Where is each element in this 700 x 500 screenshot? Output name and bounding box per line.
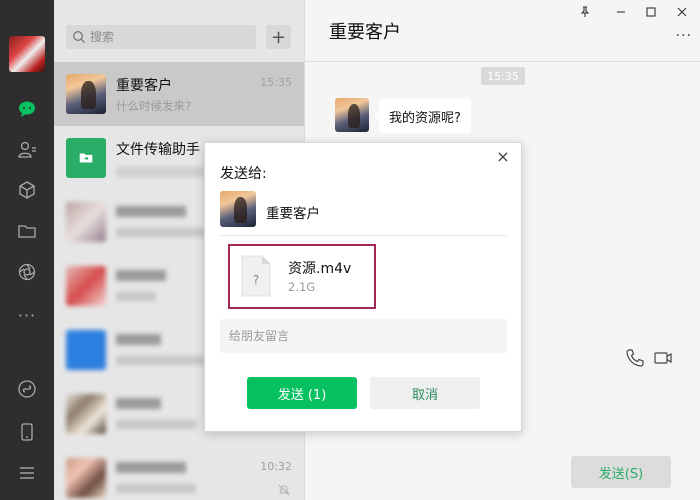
recipient-name: 重要客户 [266, 206, 320, 222]
maximize-icon[interactable] [643, 4, 659, 20]
file-name: 资源.m4v [288, 261, 352, 277]
video-call-icon[interactable] [653, 348, 673, 368]
session-last-message: 什么时候发来? [116, 99, 192, 113]
chat-icon[interactable] [15, 97, 39, 121]
session-last-message [116, 292, 156, 301]
session-last-message [116, 420, 196, 429]
close-icon[interactable] [674, 4, 690, 20]
avatar [66, 458, 106, 498]
dialog-divider [220, 235, 507, 236]
search-input[interactable] [90, 28, 240, 46]
session-name [116, 462, 186, 473]
cancel-button[interactable]: 取消 [370, 377, 480, 409]
file-icon-glyph: ? [253, 273, 259, 287]
file-size: 2.1G [288, 280, 316, 294]
session-last-message [116, 356, 206, 365]
session-time: 15:35 [260, 76, 292, 89]
session-name [116, 334, 161, 345]
file-icon: ? [241, 255, 271, 297]
mini-program-icon[interactable] [15, 377, 39, 401]
session-item-important-client[interactable]: 重要客户 什么时候发来? 15:35 [54, 62, 304, 126]
menu-icon[interactable] [15, 461, 39, 485]
file-card[interactable]: ? 资源.m4v 2.1G [228, 244, 376, 309]
voice-call-icon[interactable] [625, 348, 645, 368]
file-transfer-icon [66, 138, 106, 178]
moments-icon[interactable] [15, 260, 39, 284]
session-name [116, 270, 166, 281]
contacts-icon[interactable] [15, 138, 39, 162]
header-divider [305, 61, 700, 62]
session-name [116, 206, 186, 217]
search-icon [73, 31, 85, 43]
avatar [66, 394, 106, 434]
avatar [66, 330, 106, 370]
search-box[interactable] [66, 25, 256, 49]
recipient-avatar [220, 191, 256, 227]
minimize-icon[interactable] [613, 4, 629, 20]
user-avatar[interactable] [9, 36, 45, 72]
cube-icon[interactable] [15, 178, 39, 202]
message-bubble[interactable]: 我的资源呢? [374, 99, 471, 133]
list-item[interactable]: 10:32 [54, 446, 304, 500]
folder-icon[interactable] [15, 219, 39, 243]
session-name: 重要客户 [116, 78, 172, 94]
mute-icon [278, 484, 290, 496]
dialog-title: 发送给: [220, 166, 267, 182]
avatar [66, 74, 106, 114]
more-options-icon[interactable]: ··· [676, 28, 692, 44]
contact-avatar[interactable] [335, 98, 369, 132]
send-button[interactable]: 发送 (1) [247, 377, 357, 409]
add-button[interactable]: + [266, 25, 291, 49]
session-name: 文件传输助手 [116, 142, 200, 158]
phone-icon[interactable] [15, 420, 39, 444]
pin-icon[interactable] [577, 4, 593, 20]
message-text: 我的资源呢? [389, 110, 461, 126]
avatar [66, 266, 106, 306]
send-button[interactable]: 发送(S) [571, 456, 671, 488]
more-icon[interactable]: ··· [15, 303, 39, 327]
message-timestamp: 15:35 [481, 67, 525, 85]
chat-title: 重要客户 [329, 22, 401, 43]
forward-dialog: × 发送给: 重要客户 ? 资源.m4v 2.1G 发送 (1) 取消 [204, 142, 522, 432]
session-name [116, 398, 161, 409]
session-last-message [116, 484, 196, 493]
message-field[interactable] [220, 319, 507, 353]
session-time: 10:32 [260, 460, 292, 473]
dialog-close-icon[interactable]: × [494, 147, 512, 166]
avatar [66, 202, 106, 242]
nav-sidebar: ··· [0, 0, 54, 500]
